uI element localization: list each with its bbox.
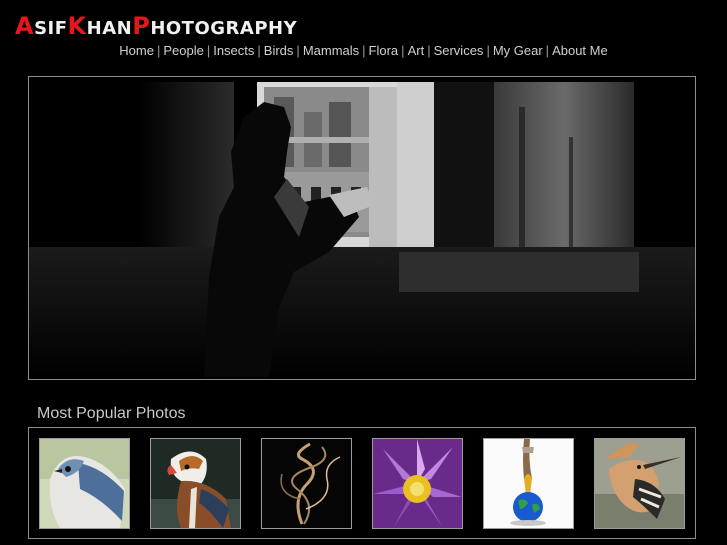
popular-photos-strip	[28, 427, 696, 539]
globe-splash-photo	[484, 439, 573, 528]
thumbnail-hoopoe-bird[interactable]	[594, 438, 685, 529]
logo-letter: K	[67, 12, 87, 40]
thumbnail-globe-splash[interactable]	[483, 438, 574, 529]
main-nav: Home | People | Insects | Birds | Mammals | Flora |…	[0, 43, 727, 58]
nav-birds[interactable]: Birds	[264, 43, 294, 58]
nav-art[interactable]: Art	[408, 43, 425, 58]
nav-people[interactable]: People	[163, 43, 203, 58]
nav-separator: |	[427, 43, 431, 58]
nav-about-me[interactable]: About Me	[552, 43, 608, 58]
nav-separator: |	[257, 43, 261, 58]
thumbnail-blue-bird[interactable]	[39, 438, 130, 529]
nav-separator: |	[401, 43, 405, 58]
logo-text: HOTOGRAPHY	[150, 18, 298, 39]
nav-separator: |	[545, 43, 550, 58]
blue-bird-photo	[40, 439, 129, 528]
purple-lotus-photo	[373, 439, 462, 528]
thumbnail-purple-lotus[interactable]	[372, 438, 463, 529]
logo-letter: P	[132, 12, 151, 40]
nav-home[interactable]: Home	[119, 43, 154, 58]
thumbnail-smoke-art[interactable]	[261, 438, 352, 529]
nav-separator: |	[362, 43, 366, 58]
nav-flora[interactable]: Flora	[369, 43, 399, 58]
nav-mammals[interactable]: Mammals	[303, 43, 359, 58]
nav-my-gear[interactable]: My Gear	[493, 43, 543, 58]
smoke-art-photo	[262, 439, 351, 528]
thumbnail-mandarin-duck[interactable]	[150, 438, 241, 529]
nav-separator: |	[486, 43, 490, 58]
hoopoe-bird-photo	[595, 439, 684, 528]
hero-photo[interactable]	[28, 76, 696, 380]
nav-separator: |	[156, 43, 161, 58]
logo-text: SIF	[34, 18, 68, 39]
logo-letter: A	[15, 12, 35, 40]
nav-separator: |	[296, 43, 300, 58]
site-logo[interactable]: ASIFKHANPHOTOGRAPHY	[15, 12, 297, 40]
popular-photos-title: Most Popular Photos	[37, 405, 186, 422]
nav-insects[interactable]: Insects	[213, 43, 254, 58]
mandarin-duck-photo	[151, 439, 240, 528]
nav-separator: |	[206, 43, 211, 58]
silhouette-reader-temple-photo	[29, 77, 695, 379]
nav-services[interactable]: Services	[434, 43, 484, 58]
logo-text: HAN	[86, 18, 133, 39]
